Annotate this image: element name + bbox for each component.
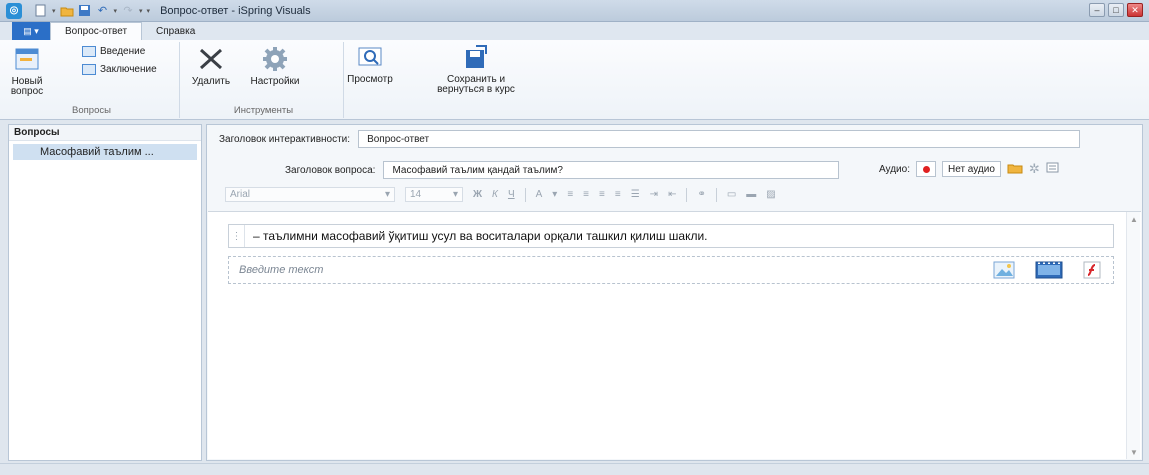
quick-access-toolbar: ▾ ↶ ▾ ↷ ▾ ▾: [34, 4, 150, 18]
preview-button[interactable]: Просмотр: [344, 42, 396, 85]
close-button[interactable]: ✕: [1127, 3, 1143, 17]
file-menu-button[interactable]: ▤ ▾: [12, 22, 50, 40]
separator: [686, 187, 688, 202]
audio-label: Аудио:: [879, 163, 910, 175]
chevron-down-icon: ▾: [384, 189, 390, 200]
group-questions: Новый вопрос Введение Заключение Вопросы: [4, 42, 180, 118]
delete-icon: [195, 44, 227, 74]
video-icon[interactable]: ▬: [746, 189, 756, 200]
open-folder-icon[interactable]: [60, 4, 74, 18]
chevron-down-icon[interactable]: ▾: [139, 7, 143, 15]
new-question-button[interactable]: Новый вопрос: [10, 44, 44, 97]
separator: [524, 187, 526, 202]
undo-icon[interactable]: ↶: [96, 4, 110, 18]
group-label: Вопросы: [72, 105, 111, 116]
align-right-icon[interactable]: ≡: [599, 189, 605, 200]
slide-icon: [82, 46, 96, 57]
font-select[interactable]: Arial ▾: [225, 187, 395, 202]
align-left-icon[interactable]: ≡: [567, 189, 573, 200]
folder-icon[interactable]: [1007, 162, 1023, 177]
minimize-button[interactable]: –: [1089, 3, 1105, 17]
image-icon[interactable]: ▭: [727, 189, 736, 200]
answer-row[interactable]: ⋮ – таълимни масофавий ўқитиш усул ва во…: [228, 224, 1114, 248]
justify-icon[interactable]: ≡: [615, 189, 621, 200]
align-center-icon[interactable]: ≡: [583, 189, 589, 200]
no-audio-button[interactable]: Нет аудио: [942, 161, 1001, 177]
customize-qat-icon[interactable]: ▾: [147, 7, 151, 15]
gear-icon[interactable]: ✲: [1029, 161, 1040, 177]
drag-handle-icon[interactable]: ⋮: [229, 225, 245, 247]
conclusion-button[interactable]: Заключение: [82, 64, 157, 75]
tab-question-answer[interactable]: Вопрос-ответ: [50, 22, 143, 40]
question-editor-area: Заголовок интерактивности: Вопрос-ответ …: [206, 124, 1143, 461]
chevron-down-icon: ▾: [452, 189, 458, 200]
scroll-up-icon[interactable]: ▲: [1127, 212, 1141, 226]
font-color-button[interactable]: A: [536, 189, 543, 200]
underline-button[interactable]: Ч: [508, 189, 515, 200]
question-title-label: Заголовок вопроса:: [285, 164, 376, 176]
question-title-input[interactable]: Масофавий таълим қандай таълим?: [383, 161, 840, 179]
preview-icon: [354, 42, 386, 72]
save-icon[interactable]: [78, 4, 92, 18]
font-size-select[interactable]: 14 ▾: [405, 187, 463, 202]
video-icon[interactable]: [1035, 261, 1063, 282]
title-bar: ◎ ▾ ↶ ▾ ↷ ▾ ▾ Вопрос-ответ - iSpring Vis…: [0, 0, 1149, 22]
slide-icon: [82, 64, 96, 75]
record-button[interactable]: [916, 161, 936, 177]
questions-panel: Вопросы Масофавий таълим ...: [8, 124, 202, 461]
app-icon[interactable]: ◎: [6, 2, 22, 19]
separator: [715, 187, 717, 202]
ribbon: Новый вопрос Введение Заключение Вопросы…: [0, 40, 1149, 120]
group-tools: Удалить Настройки Инструменты: [184, 42, 344, 118]
link-icon[interactable]: ⚭: [697, 189, 705, 200]
bullet-list-icon[interactable]: ☰: [631, 189, 640, 200]
tab-help[interactable]: Справка: [142, 22, 209, 40]
image-icon[interactable]: [993, 261, 1015, 282]
answer-text[interactable]: – таълимни масофавий ўқитиш усул ва воси…: [253, 229, 708, 243]
properties-icon[interactable]: [1046, 162, 1059, 176]
new-question-icon: [11, 44, 43, 74]
status-bar: [0, 463, 1149, 475]
interactivity-title-label: Заголовок интерактивности:: [219, 133, 351, 145]
panel-header: Вопросы: [9, 125, 201, 141]
save-return-icon: [460, 42, 492, 72]
formatting-toolbar: Arial ▾ 14 ▾ Ж К Ч A ▾ ≡ ≡ ≡ ≡ ☰ ⇥ ⇤ ⚭ ▭ ▬…: [225, 187, 776, 202]
vertical-scrollbar[interactable]: ▲ ▼: [1126, 212, 1140, 459]
decrease-indent-icon[interactable]: ⇤: [668, 189, 676, 200]
increase-indent-icon[interactable]: ⇥: [650, 189, 658, 200]
redo-icon[interactable]: ↷: [121, 4, 135, 18]
save-return-button[interactable]: Сохранить и вернуться в курс: [428, 42, 524, 95]
intro-button[interactable]: Введение: [82, 46, 145, 57]
maximize-button[interactable]: □: [1108, 3, 1124, 17]
scroll-down-icon[interactable]: ▼: [1127, 445, 1141, 459]
flash-icon[interactable]: [1083, 261, 1101, 282]
new-answer-row[interactable]: Введите текст: [228, 256, 1114, 284]
chevron-down-icon[interactable]: ▾: [52, 7, 56, 15]
record-icon: [922, 165, 930, 173]
bold-button[interactable]: Ж: [473, 189, 482, 200]
audio-controls: Аудио: Нет аудио ✲: [879, 161, 1059, 177]
italic-button[interactable]: К: [492, 189, 498, 200]
interactivity-title-input[interactable]: Вопрос-ответ: [358, 130, 1081, 148]
new-file-icon[interactable]: [34, 4, 48, 18]
flash-icon[interactable]: ▨: [766, 189, 775, 200]
gear-icon: [259, 44, 291, 74]
answer-placeholder[interactable]: Введите текст: [239, 264, 323, 276]
chevron-down-icon[interactable]: ▾: [114, 7, 118, 15]
delete-button[interactable]: Удалить: [188, 44, 234, 87]
ribbon-tabs: ▤ ▾ Вопрос-ответ Справка: [0, 22, 1149, 40]
list-item[interactable]: Масофавий таълим ...: [13, 144, 197, 160]
group-label: Инструменты: [233, 105, 294, 116]
chevron-down-icon[interactable]: ▾: [552, 189, 557, 200]
settings-button[interactable]: Настройки: [246, 44, 304, 87]
answer-editor: ⋮ – таълимни масофавий ўқитиш усул ва во…: [208, 211, 1141, 459]
window-title: Вопрос-ответ - iSpring Visuals: [160, 4, 311, 17]
